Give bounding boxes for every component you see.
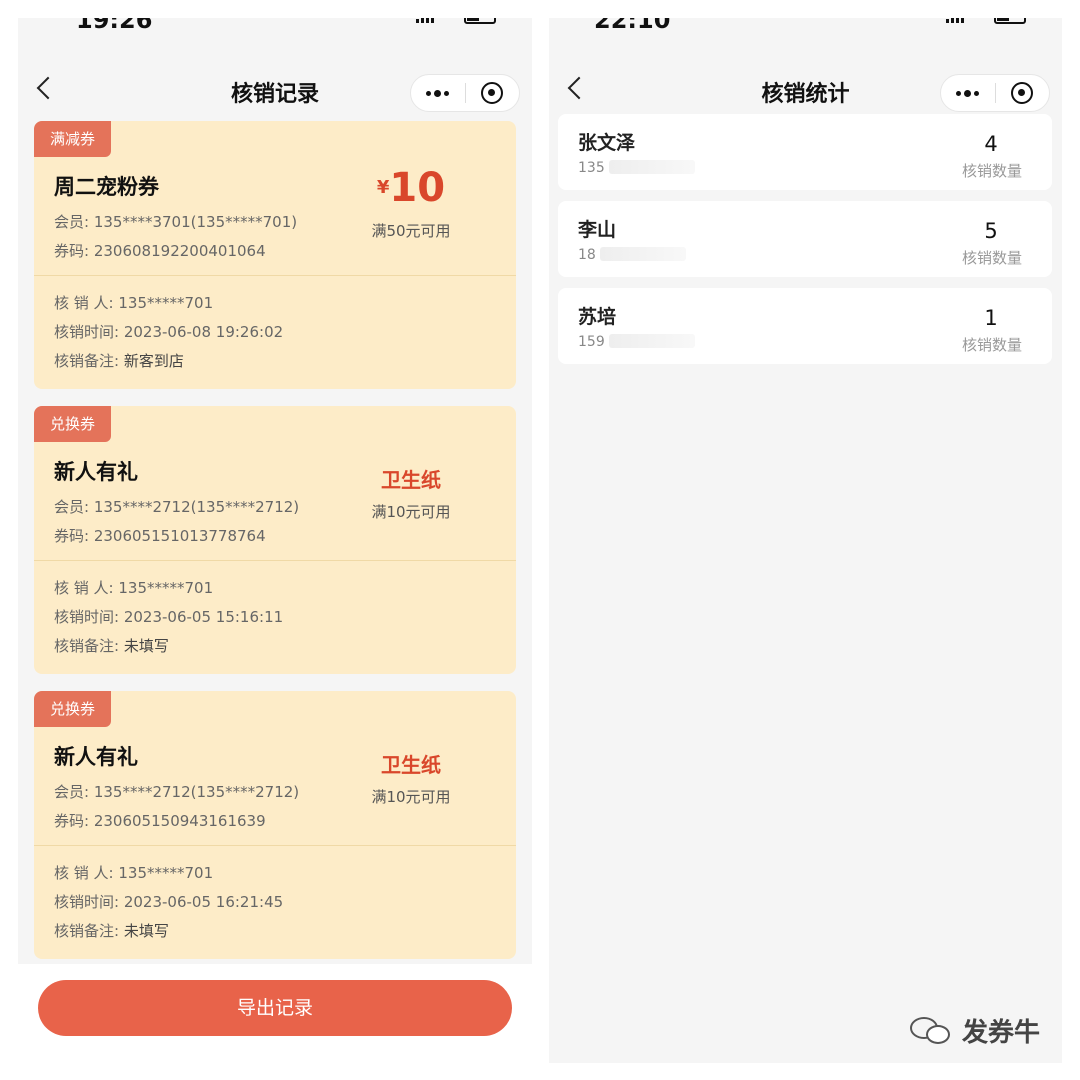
battery-icon <box>464 18 496 24</box>
coupon-type-tag: 兑换券 <box>34 691 112 727</box>
verify-count-label: 核销数量 <box>961 336 1022 354</box>
verify-count-label: 核销数量 <box>961 249 1022 267</box>
time-line: 核销时间: 2023-06-05 16:21:45 <box>54 893 284 911</box>
operator-line: 核 销 人: 135*****701 <box>54 579 214 597</box>
member-line: 会员: 135****2712(135****2712) <box>54 783 300 801</box>
verify-count: 5 <box>984 219 998 243</box>
divider <box>34 275 516 276</box>
coupon-title: 新人有礼 <box>54 745 138 769</box>
watermark: 发券牛 <box>910 1012 1040 1049</box>
mini-program-capsule <box>410 74 520 112</box>
status-bar: 19:26 <box>18 18 532 34</box>
coupon-title: 新人有礼 <box>54 460 138 484</box>
verification-records-screen: 19:26 核销记录 满减券 周二宠粉券 会员: 135****3701(135… <box>18 18 532 964</box>
gift-value: 卫生纸 <box>381 753 441 777</box>
coupon-title: 周二宠粉券 <box>54 175 159 199</box>
coupon-type-tag: 满减券 <box>34 121 112 157</box>
nav-bar: 核销记录 <box>18 58 532 130</box>
record-card[interactable]: 兑换券 新人有礼 会员: 135****2712(135****2712) 券码… <box>34 406 516 674</box>
verify-count-label: 核销数量 <box>961 162 1022 180</box>
usage-condition: 满10元可用 <box>371 503 451 521</box>
staff-name: 苏培 <box>578 306 617 328</box>
staff-name: 李山 <box>578 219 617 241</box>
code-line: 券码: 230605151013778764 <box>54 527 266 545</box>
member-line: 会员: 135****2712(135****2712) <box>54 498 300 516</box>
operator-line: 核 销 人: 135*****701 <box>54 294 214 312</box>
status-bar: 22:10 <box>549 18 1062 34</box>
code-line: 券码: 230608192200401064 <box>54 242 266 260</box>
verify-count: 4 <box>984 132 998 156</box>
more-icon[interactable] <box>411 89 465 97</box>
wifi-icon <box>442 18 456 23</box>
signal-icon <box>416 18 434 23</box>
stat-item[interactable]: 李山 18 5 核销数量 <box>558 201 1052 277</box>
wifi-icon <box>972 18 986 23</box>
staff-phone: 159 <box>578 334 695 350</box>
stat-item[interactable]: 张文泽 135 4 核销数量 <box>558 114 1052 190</box>
note-line: 核销备注: 新客到店 <box>54 352 184 370</box>
operator-line: 核 销 人: 135*****701 <box>54 864 214 882</box>
battery-icon <box>994 18 1026 24</box>
close-target-icon[interactable] <box>995 82 1049 104</box>
staff-name: 张文泽 <box>578 132 636 154</box>
time-line: 核销时间: 2023-06-08 19:26:02 <box>54 323 284 341</box>
usage-condition: 满50元可用 <box>371 222 451 240</box>
staff-phone: 135 <box>578 160 695 176</box>
more-icon[interactable] <box>941 89 995 97</box>
discount-value: ¥10 <box>376 165 446 211</box>
verify-count: 1 <box>984 306 998 330</box>
stat-item[interactable]: 苏培 159 1 核销数量 <box>558 288 1052 364</box>
time-line: 核销时间: 2023-06-05 15:16:11 <box>54 608 284 626</box>
note-line: 核销备注: 未填写 <box>54 637 169 655</box>
status-time: 19:26 <box>76 18 153 34</box>
mini-program-capsule <box>940 74 1050 112</box>
note-line: 核销备注: 未填写 <box>54 922 169 940</box>
close-target-icon[interactable] <box>465 82 519 104</box>
export-records-button[interactable]: 导出记录 <box>38 980 512 1036</box>
verification-stats-screen: 22:10 核销统计 张文泽 135 4 核销数量 李山 18 5 核销数量 苏… <box>549 18 1062 1063</box>
usage-condition: 满10元可用 <box>371 788 451 806</box>
gift-value: 卫生纸 <box>381 468 441 492</box>
divider <box>34 845 516 846</box>
coupon-type-tag: 兑换券 <box>34 406 112 442</box>
divider <box>34 560 516 561</box>
code-line: 券码: 230605150943161639 <box>54 812 266 830</box>
watermark-text: 发券牛 <box>962 1018 1041 1048</box>
member-line: 会员: 135****3701(135*****701) <box>54 213 298 231</box>
staff-phone: 18 <box>578 247 686 263</box>
wechat-logo-icon <box>910 1015 954 1047</box>
record-card[interactable]: 兑换券 新人有礼 会员: 135****2712(135****2712) 券码… <box>34 691 516 959</box>
status-time: 22:10 <box>594 18 671 34</box>
record-card[interactable]: 满减券 周二宠粉券 会员: 135****3701(135*****701) 券… <box>34 121 516 389</box>
signal-icon <box>946 18 964 23</box>
